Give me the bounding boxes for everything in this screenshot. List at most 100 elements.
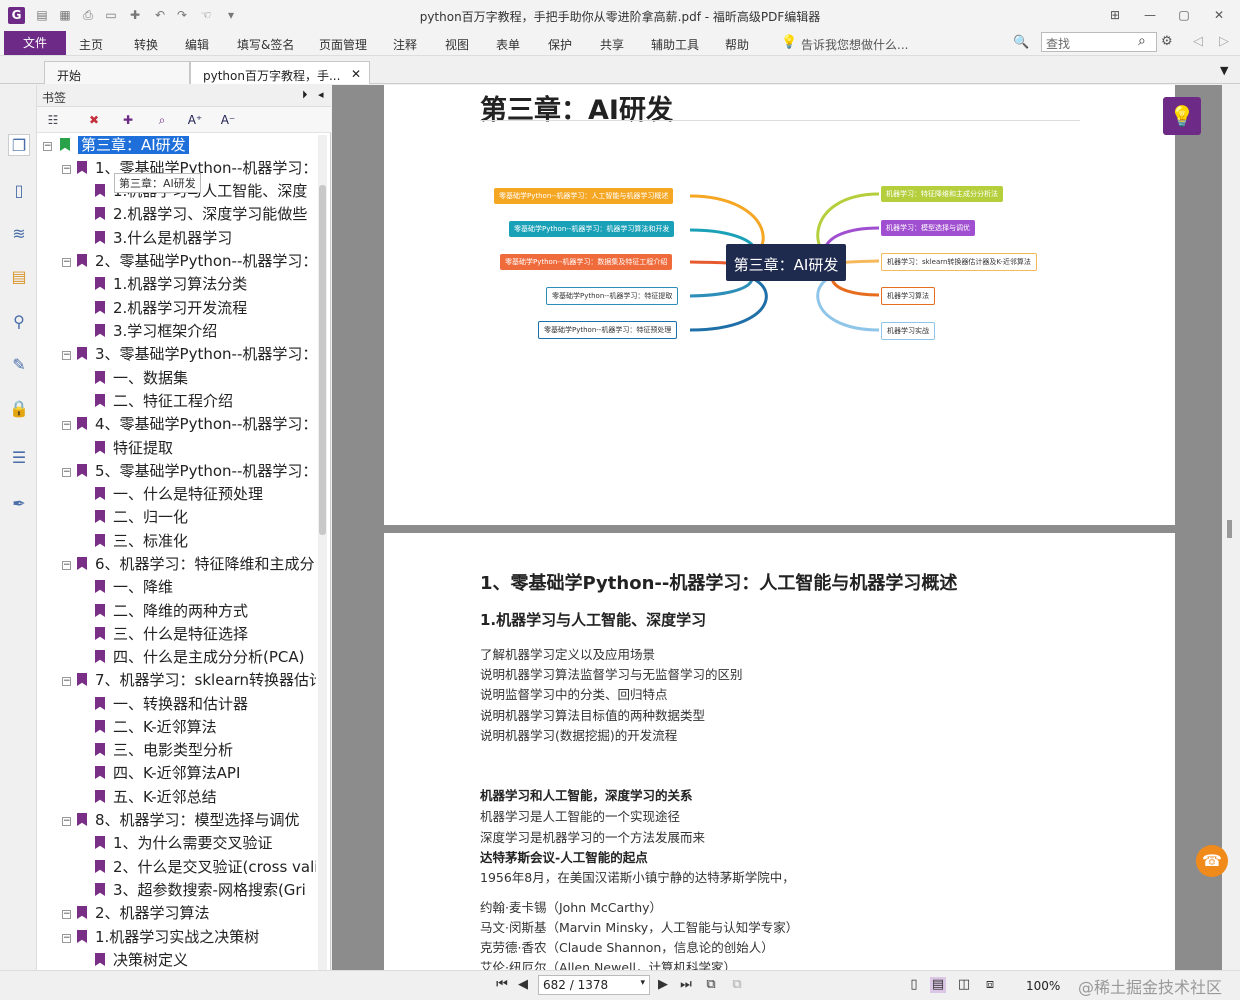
panel-expand-icon[interactable]: ⏵ (302, 88, 308, 102)
forward-icon[interactable]: ▷ (1219, 34, 1229, 49)
bookmark-subitem[interactable]: 2、什么是交叉验证(cross vali (95, 856, 316, 879)
bookmark-scroll-thumb[interactable] (319, 185, 326, 535)
bookmark-subitem[interactable]: 二、特征工程介绍 (95, 390, 316, 413)
add-bookmark-icon[interactable]: ✚ (119, 111, 137, 129)
bookmark-subitem[interactable]: 三、什么是特征选择 (95, 623, 316, 646)
next-view-icon[interactable]: ⧉ (729, 977, 745, 993)
back-icon[interactable]: ◁ (1193, 34, 1203, 49)
collapse-icon[interactable]: − (62, 351, 71, 360)
menu-home[interactable]: 主页 (79, 36, 103, 53)
security-lock-icon[interactable]: 🔒 (8, 398, 30, 420)
menu-accessibility[interactable]: 辅助工具 (651, 36, 699, 53)
collapse-icon[interactable]: − (62, 817, 71, 826)
bookmark-subitem[interactable]: 3.什么是机器学习 (95, 227, 316, 250)
close-button[interactable]: ✕ (1209, 6, 1229, 24)
maximize-button[interactable]: ▢ (1174, 6, 1194, 24)
gear-icon[interactable]: ⚙ (1161, 34, 1173, 49)
bookmark-item[interactable]: 1.机器学习实战之决策树 (77, 926, 316, 949)
bookmark-root[interactable]: 第三章：AI研发 (60, 134, 316, 157)
next-page-icon[interactable]: ▶ (655, 977, 671, 993)
bookmark-subitem[interactable]: 1、为什么需要交叉验证 (95, 832, 316, 855)
bookmark-item[interactable]: 8、机器学习：模型选择与调优 (77, 809, 316, 832)
bookmark-subitem[interactable]: 五、K-近邻总结 (95, 786, 316, 809)
minimize-button[interactable]: — (1140, 6, 1160, 24)
collapse-icon[interactable]: − (62, 677, 71, 686)
bookmark-subitem[interactable]: 决策树定义 (95, 949, 316, 972)
menu-fill-sign[interactable]: 填写&签名 (237, 36, 294, 53)
menu-edit[interactable]: 编辑 (185, 36, 209, 53)
collapse-icon[interactable]: − (62, 934, 71, 943)
collapse-icon[interactable]: − (62, 468, 71, 477)
menu-convert[interactable]: 转换 (134, 36, 158, 53)
tips-bulb-icon[interactable]: 💡 (1163, 97, 1201, 135)
bookmark-subitem[interactable]: 一、什么是特征预处理 (95, 483, 316, 506)
zoom-level[interactable]: 100% (1026, 979, 1060, 993)
bookmark-item[interactable]: 2、机器学习算法 (77, 902, 316, 925)
page-number-input[interactable]: 682 / 1378 ▾ (538, 975, 650, 995)
customize-qa-icon[interactable]: ▾ (223, 8, 239, 22)
page-thumbnails-icon[interactable]: ▯ (8, 180, 30, 202)
bookmark-item[interactable]: 4、零基础学Python--机器学习： (77, 413, 316, 436)
bookmark-subitem[interactable]: 一、降维 (95, 576, 316, 599)
layout-icon[interactable]: ⊞ (1105, 6, 1125, 24)
tab-document[interactable]: python百万字教程，手... (190, 61, 370, 84)
prev-view-icon[interactable]: ⧉ (703, 977, 719, 993)
delete-bookmark-icon[interactable]: ✖ (85, 111, 103, 129)
menu-form[interactable]: 表单 (496, 36, 520, 53)
bookmark-options-icon[interactable]: ☷ (44, 111, 62, 129)
hand-tool-icon[interactable]: ☜ (198, 8, 214, 22)
attachments-icon[interactable]: ⚲ (8, 311, 30, 333)
menu-view[interactable]: 视图 (445, 36, 469, 53)
continuous-facing-icon[interactable]: ⧈ (982, 977, 998, 993)
content-icon[interactable]: ☰ (8, 447, 30, 469)
first-page-icon[interactable]: ⏮ (494, 977, 510, 993)
bookmark-item[interactable]: 3、零基础学Python--机器学习： (77, 343, 316, 366)
bookmark-subitem[interactable]: 3.学习框架介绍 (95, 320, 316, 343)
bookmark-item[interactable]: 6、机器学习：特征降维和主成分 (77, 553, 316, 576)
menu-comment[interactable]: 注释 (393, 36, 417, 53)
tell-me-input[interactable]: 告诉我您想做什么... (801, 36, 908, 53)
bookmark-subitem[interactable]: 1.机器学习算法分类 (95, 273, 316, 296)
bookmark-subitem[interactable]: 3、超参数搜索-网格搜索(Gri (95, 879, 316, 902)
collapse-icon[interactable]: − (62, 258, 71, 267)
tools-icon[interactable]: ✒ (8, 493, 30, 515)
bookmark-subitem[interactable]: 二、降维的两种方式 (95, 600, 316, 623)
find-bookmark-icon[interactable]: ⌕ (153, 111, 171, 129)
undo-icon[interactable]: ↶ (152, 8, 168, 22)
support-headset-icon[interactable]: ☎ (1196, 845, 1228, 877)
bookmark-item[interactable]: 2、零基础学Python--机器学习： (77, 250, 316, 273)
redo-icon[interactable]: ↷ (174, 8, 190, 22)
menu-protect[interactable]: 保护 (548, 36, 572, 53)
font-smaller-icon[interactable]: A⁻ (219, 111, 237, 129)
bookmark-subitem[interactable]: 二、K-近邻算法 (95, 716, 316, 739)
window-icon[interactable]: ▭ (103, 8, 119, 22)
facing-page-icon[interactable]: ◫ (956, 977, 972, 993)
comments-icon[interactable]: ▤ (8, 266, 30, 288)
bookmark-panel-icon[interactable]: ❐ (8, 134, 30, 156)
open-icon[interactable]: ▤ (34, 8, 50, 22)
layers-icon[interactable]: ≋ (8, 223, 30, 245)
font-larger-icon[interactable]: A⁺ (186, 111, 204, 129)
bookmark-subitem[interactable]: 三、标准化 (95, 530, 316, 553)
search-icon[interactable]: ⌕ (1138, 33, 1146, 49)
page-dropdown-icon[interactable]: ▾ (640, 978, 645, 988)
bookmark-subitem[interactable]: 特征提取 (95, 437, 316, 460)
tab-start[interactable]: 开始 (44, 61, 190, 84)
close-tab-icon[interactable]: ✕ (351, 67, 361, 81)
continuous-page-icon[interactable]: ▤ (930, 977, 946, 993)
bookmark-item[interactable]: 5、零基础学Python--机器学习： (77, 460, 316, 483)
print-icon[interactable]: ⎙ (80, 8, 96, 22)
collapse-icon[interactable]: − (62, 165, 71, 174)
prev-page-icon[interactable]: ◀ (515, 977, 531, 993)
bookmark-subitem[interactable]: 一、转换器和估计器 (95, 693, 316, 716)
find-options-icon[interactable]: 🔍 (1013, 35, 1029, 50)
menu-share[interactable]: 共享 (600, 36, 624, 53)
tab-list-chevron-icon[interactable]: ▼ (1220, 64, 1228, 77)
menu-organize[interactable]: 页面管理 (319, 36, 367, 53)
collapse-icon[interactable]: − (62, 561, 71, 570)
save-icon[interactable]: ▦ (57, 8, 73, 22)
document-scroll-thumb[interactable] (1227, 520, 1232, 538)
collapse-icon[interactable]: − (62, 910, 71, 919)
bookmark-subitem[interactable]: 四、什么是主成分分析(PCA) (95, 646, 316, 669)
new-doc-icon[interactable]: ✚ (127, 8, 143, 22)
